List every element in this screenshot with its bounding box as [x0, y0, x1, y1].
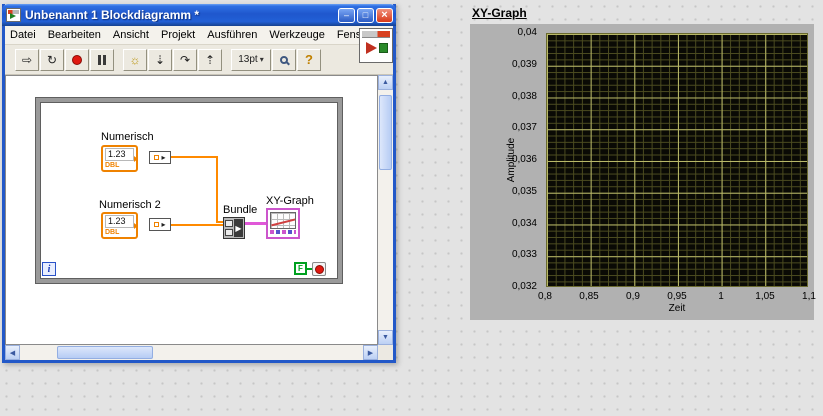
pause-icon	[98, 54, 106, 65]
close-button[interactable]: ×	[376, 7, 393, 23]
menu-item-ausfuehren[interactable]: Ausführen	[201, 27, 263, 43]
scrollbar-corner	[378, 345, 393, 360]
step-over-button[interactable]: ↷	[173, 48, 197, 71]
loop-condition-terminal[interactable]	[312, 262, 326, 276]
bundle-node[interactable]: ▶	[223, 217, 245, 239]
x-tick-label: 1,05	[755, 291, 775, 302]
vertical-scroll-thumb[interactable]	[379, 95, 392, 170]
cluster-wire[interactable]	[245, 222, 267, 225]
diagram-canvas[interactable]: Numerisch 1.23 DBL ▸ Numerisch 2 1.23 DB…	[5, 75, 378, 345]
window-title: Unbenannt 1 Blockdiagramm *	[25, 8, 200, 22]
conversion-node-2[interactable]: ▸	[149, 218, 171, 231]
vi-icon-body	[362, 38, 390, 58]
x-axis-scale[interactable]: 0,8 0,85 0,9 0,95 1 1,05 1,1	[530, 291, 823, 303]
scroll-right-button[interactable]: ▶	[363, 345, 378, 360]
false-constant-label: F	[298, 264, 303, 273]
xygraph-panel[interactable]: 0,04 0,039 0,038 0,037 0,036 0,035 0,034…	[470, 24, 816, 320]
stop-condition-icon	[314, 264, 324, 274]
bundle-inputs	[225, 219, 233, 237]
vertical-scrollbar[interactable]: ▲ ▼	[378, 75, 393, 345]
bundle-label: Bundle	[223, 204, 258, 216]
window-titlebar[interactable]: Unbenannt 1 Blockdiagramm * – □ ×	[2, 4, 396, 26]
xygraph-panel-label[interactable]: XY-Graph	[472, 6, 527, 20]
light-bulb-icon: ☼	[129, 52, 141, 67]
scroll-up-button[interactable]: ▲	[378, 75, 393, 90]
numeric1-wire-vertical[interactable]	[216, 156, 218, 223]
numeric-control-terminal-1[interactable]: 1.23 DBL	[101, 145, 138, 172]
x-axis-title: Zeit	[668, 303, 686, 314]
run-button[interactable]: ⇨	[15, 48, 39, 71]
menu-item-datei[interactable]: Datei	[5, 27, 42, 43]
toolbar: ⇨ ↻ ☼ ⇣ ↷ ⇡ 13pt ▾ ?	[5, 45, 393, 75]
while-loop-frame[interactable]	[36, 98, 342, 283]
run-arrow-icon: ⇨	[21, 52, 33, 67]
numeric2-value: 1.23	[105, 215, 134, 228]
conversion-node-1-arrow-icon: ▸	[161, 152, 166, 162]
iteration-label: i	[47, 263, 51, 275]
numeric1-value: 1.23	[105, 148, 134, 161]
menu-item-werkzeuge[interactable]: Werkzeuge	[263, 27, 330, 43]
conversion-node-2-square-icon	[154, 222, 160, 227]
x-tick-label: 0,9	[626, 291, 640, 302]
pause-button[interactable]	[90, 48, 114, 71]
search-button[interactable]	[272, 48, 296, 71]
labview-window-icon	[6, 8, 21, 22]
conversion-node-1[interactable]: ▸	[149, 151, 171, 164]
scroll-down-button[interactable]: ▼	[378, 330, 393, 345]
context-help-button[interactable]: ?	[297, 48, 321, 71]
scroll-left-button[interactable]: ◀	[5, 345, 20, 360]
step-out-icon: ⇡	[204, 52, 216, 67]
x-tick-label: 0,95	[667, 291, 687, 302]
xygraph-terminal-scale-icon	[270, 230, 296, 234]
step-over-icon: ↷	[179, 52, 191, 67]
x-tick-label: 0,85	[579, 291, 599, 302]
y-axis-title: Amplitude	[506, 137, 517, 183]
plot-area[interactable]	[546, 33, 808, 287]
menu-item-bearbeiten[interactable]: Bearbeiten	[42, 27, 107, 43]
horizontal-scroll-thumb[interactable]	[57, 346, 153, 359]
horizontal-scrollbar[interactable]: ◀ ▶	[5, 345, 378, 360]
maximize-button[interactable]: □	[357, 7, 374, 23]
numeric-control-terminal-2[interactable]: 1.23 DBL	[101, 212, 138, 239]
menu-item-ansicht[interactable]: Ansicht	[107, 27, 155, 43]
numeric1-label: Numerisch	[101, 131, 154, 143]
xygraph-terminal-label: XY-Graph	[266, 195, 314, 207]
chevron-down-icon: ▾	[259, 55, 264, 64]
step-into-icon: ⇣	[154, 52, 166, 67]
labview-front-panel-background: Unbenannt 1 Blockdiagramm * – □ × Datei …	[0, 0, 823, 416]
menu-bar: Datei Bearbeiten Ansicht Projekt Ausführ…	[5, 26, 393, 45]
menu-item-projekt[interactable]: Projekt	[155, 27, 201, 43]
step-out-button[interactable]: ⇡	[198, 48, 222, 71]
conversion-node-1-square-icon	[154, 155, 160, 160]
step-into-button[interactable]: ⇣	[148, 48, 172, 71]
abort-button[interactable]	[65, 48, 89, 71]
help-icon: ?	[305, 52, 313, 67]
iteration-terminal[interactable]: i	[42, 262, 56, 276]
highlight-execution-button[interactable]: ☼	[123, 48, 147, 71]
run-continuous-button[interactable]: ↻	[40, 48, 64, 71]
numeric1-wire-horizontal[interactable]	[171, 156, 218, 158]
search-icon	[280, 55, 288, 64]
x-tick-label: 1	[718, 291, 724, 302]
x-tick-label: 0,8	[538, 291, 552, 302]
run-continuous-icon: ↻	[46, 52, 58, 67]
y-tick-label: 0,04	[517, 27, 537, 38]
font-size-value: 13pt	[238, 54, 258, 65]
x-tick-label: 1,1	[802, 291, 816, 302]
vi-icon	[359, 28, 393, 63]
numeric1-type-tag: DBL	[105, 162, 120, 169]
numeric2-wire[interactable]	[171, 224, 224, 226]
false-constant[interactable]: F	[294, 262, 307, 275]
numeric2-type-tag: DBL	[105, 229, 120, 236]
xygraph-terminal[interactable]	[266, 208, 300, 239]
font-size-selector[interactable]: 13pt ▾	[231, 48, 271, 71]
abort-icon	[72, 54, 82, 65]
xygraph-terminal-glyph	[270, 212, 296, 229]
numeric2-label: Numerisch 2	[99, 199, 161, 211]
minimize-button[interactable]: –	[338, 7, 355, 23]
conversion-node-2-arrow-icon: ▸	[161, 219, 166, 229]
block-diagram-window: Unbenannt 1 Blockdiagramm * – □ × Datei …	[2, 4, 396, 363]
vi-icon-banner	[362, 31, 390, 38]
bundle-output-icon: ▶	[234, 219, 243, 237]
